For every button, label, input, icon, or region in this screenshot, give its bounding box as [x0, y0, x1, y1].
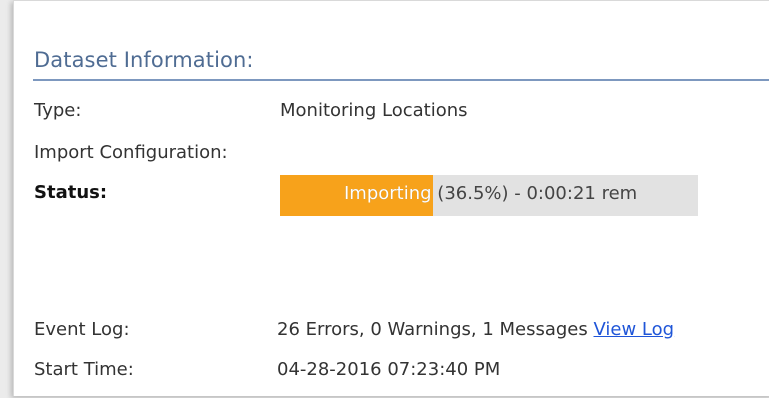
start-time-label: Start Time: — [34, 359, 134, 380]
status-label: Status: — [34, 182, 108, 203]
type-label: Type: — [34, 100, 82, 121]
status-progress-bar: Importing (36.5%) - 0:00:21 rem Importin… — [280, 175, 698, 216]
window-frame: Dataset Information: Type: Monitoring Lo… — [0, 0, 769, 398]
start-time-value: 04-28-2016 07:23:40 PM — [277, 359, 501, 380]
view-log-link[interactable]: View Log — [594, 319, 675, 340]
type-value: Monitoring Locations — [280, 100, 468, 121]
import-configuration-label: Import Configuration: — [34, 142, 228, 163]
dataset-information-panel: Dataset Information: Type: Monitoring Lo… — [13, 0, 769, 396]
status-progress-highlight-text: Importing (36.5%) - 0:00:21 rem — [344, 183, 433, 204]
section-divider — [33, 79, 769, 81]
status-progress-highlight-clip: Importing (36.5%) - 0:00:21 rem — [280, 175, 433, 216]
event-log-label: Event Log: — [34, 319, 130, 340]
section-title: Dataset Information: — [34, 48, 254, 72]
event-log-summary: 26 Errors, 0 Warnings, 1 Messages View L… — [277, 319, 674, 340]
event-log-value: 26 Errors, 0 Warnings, 1 Messages — [277, 319, 588, 340]
